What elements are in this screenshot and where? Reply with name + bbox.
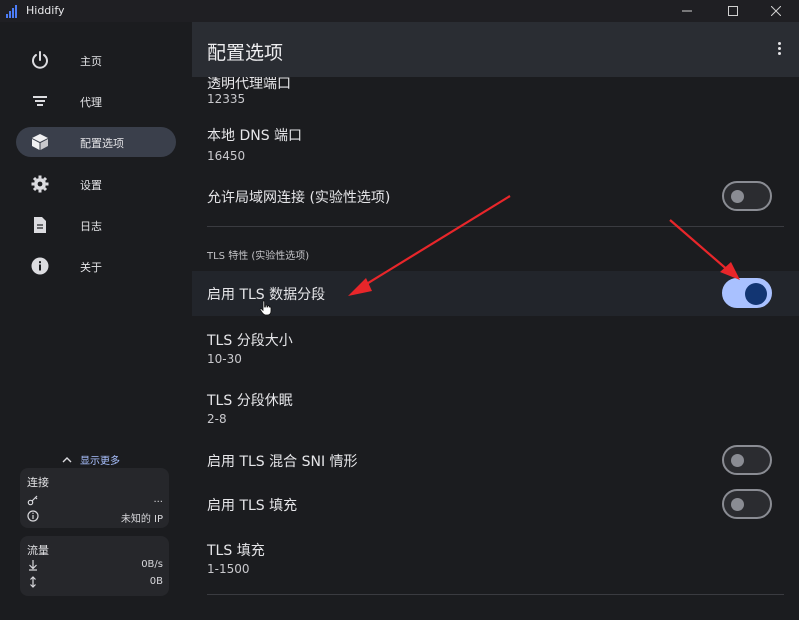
setting-title: TLS 填充 xyxy=(207,543,265,559)
show-more-button[interactable]: 显示更多 xyxy=(62,452,120,467)
connection-link-value: ... xyxy=(153,494,163,505)
window-title: Hiddify xyxy=(26,4,65,17)
setting-title: 透明代理端口 xyxy=(207,77,291,92)
page-title: 配置选项 xyxy=(207,42,284,64)
key-icon xyxy=(27,495,38,506)
page-header: 配置选项 xyxy=(192,22,799,77)
filter-list-icon xyxy=(30,91,50,111)
show-more-label: 显示更多 xyxy=(80,456,120,467)
connection-ip-value: 未知的 IP xyxy=(120,514,163,525)
setting-title: 本地 DNS 端口 xyxy=(207,128,303,144)
sidebar-item-proxy[interactable]: 代理 xyxy=(16,86,176,116)
traffic-total-value: 0B xyxy=(149,576,163,587)
title-bar: Hiddify xyxy=(0,0,799,22)
connection-link-row: ... xyxy=(27,494,163,508)
setting-title: TLS 分段大小 xyxy=(207,333,293,349)
hand-cursor-icon xyxy=(259,300,272,316)
traffic-title: 流量 xyxy=(27,544,49,557)
sidebar: 主页 代理 配置选项 设置 日志 关于 显示更多 连接 ... 未知的 IP 流… xyxy=(0,22,192,620)
traffic-total-row: 0B xyxy=(27,576,163,590)
traffic-download-value: 0B/s xyxy=(141,559,163,570)
setting-transparent-proxy-port[interactable]: 透明代理端口 12335 xyxy=(192,77,799,109)
sidebar-item-label: 日志 xyxy=(80,220,102,233)
sidebar-item-home[interactable]: 主页 xyxy=(16,45,176,75)
chevron-up-icon xyxy=(62,456,72,462)
info-outline-icon xyxy=(27,510,39,522)
box-icon xyxy=(30,132,50,152)
tls-mixed-sni-switch[interactable] xyxy=(722,445,772,475)
setting-tls-padding[interactable]: 启用 TLS 填充 xyxy=(192,483,799,525)
close-icon[interactable] xyxy=(753,0,799,22)
connection-ip-row: 未知的 IP xyxy=(27,510,163,525)
sidebar-item-logs[interactable]: 日志 xyxy=(16,210,176,240)
setting-title: 启用 TLS 混合 SNI 情形 xyxy=(207,454,358,470)
setting-title: TLS 分段休眠 xyxy=(207,393,293,409)
setting-tls-mixed-sni[interactable]: 启用 TLS 混合 SNI 情形 xyxy=(192,439,799,481)
minimize-icon[interactable] xyxy=(664,0,710,22)
divider xyxy=(207,594,784,595)
setting-local-dns-port[interactable]: 本地 DNS 端口 16450 xyxy=(192,116,799,168)
sidebar-item-about[interactable]: 关于 xyxy=(16,251,176,281)
sidebar-item-label: 代理 xyxy=(80,96,102,109)
setting-value: 1-1500 xyxy=(207,562,250,576)
setting-tls-fragment-sleep[interactable]: TLS 分段休眠 2-8 xyxy=(192,382,799,434)
setting-tls-padding-size[interactable]: TLS 填充 1-1500 xyxy=(192,532,799,584)
tls-fragment-switch[interactable] xyxy=(722,278,772,308)
sidebar-item-label: 主页 xyxy=(80,55,102,68)
setting-tls-fragment[interactable]: 启用 TLS 数据分段 xyxy=(192,271,799,316)
connection-title: 连接 xyxy=(27,476,49,489)
gear-icon xyxy=(30,174,50,194)
setting-value: 2-8 xyxy=(207,412,227,426)
divider xyxy=(207,226,784,227)
setting-tls-fragment-size[interactable]: TLS 分段大小 10-30 xyxy=(192,322,799,374)
section-header-tls: TLS 特性 (实验性选项) xyxy=(207,251,310,262)
allow-lan-switch[interactable] xyxy=(722,181,772,211)
tls-padding-switch[interactable] xyxy=(722,489,772,519)
arrow-up-down-icon xyxy=(30,576,36,588)
setting-value: 16450 xyxy=(207,149,246,163)
setting-value: 12335 xyxy=(207,92,246,106)
power-icon xyxy=(30,50,50,70)
hiddify-logo-icon xyxy=(6,4,20,18)
info-icon xyxy=(30,256,50,276)
sidebar-item-label: 关于 xyxy=(80,261,102,274)
traffic-card: 流量 0B/s 0B xyxy=(20,536,169,596)
more-vert-icon[interactable] xyxy=(770,40,788,60)
document-icon xyxy=(30,215,50,235)
sidebar-item-profiles[interactable]: 配置选项 xyxy=(16,127,176,157)
setting-title: 允许局域网连接 (实验性选项) xyxy=(207,190,391,206)
settings-list: 透明代理端口 12335 本地 DNS 端口 16450 允许局域网连接 (实验… xyxy=(192,77,799,620)
maximize-icon[interactable] xyxy=(710,0,756,22)
setting-value: 10-30 xyxy=(207,352,242,366)
arrow-down-icon xyxy=(29,560,37,571)
sidebar-item-settings[interactable]: 设置 xyxy=(16,169,176,199)
sidebar-item-label: 设置 xyxy=(80,179,102,192)
setting-title: 启用 TLS 填充 xyxy=(207,498,298,514)
connection-card: 连接 ... 未知的 IP xyxy=(20,468,169,528)
setting-allow-lan[interactable]: 允许局域网连接 (实验性选项) xyxy=(192,175,799,219)
sidebar-item-label: 配置选项 xyxy=(80,137,124,150)
traffic-download-row: 0B/s xyxy=(27,559,163,573)
